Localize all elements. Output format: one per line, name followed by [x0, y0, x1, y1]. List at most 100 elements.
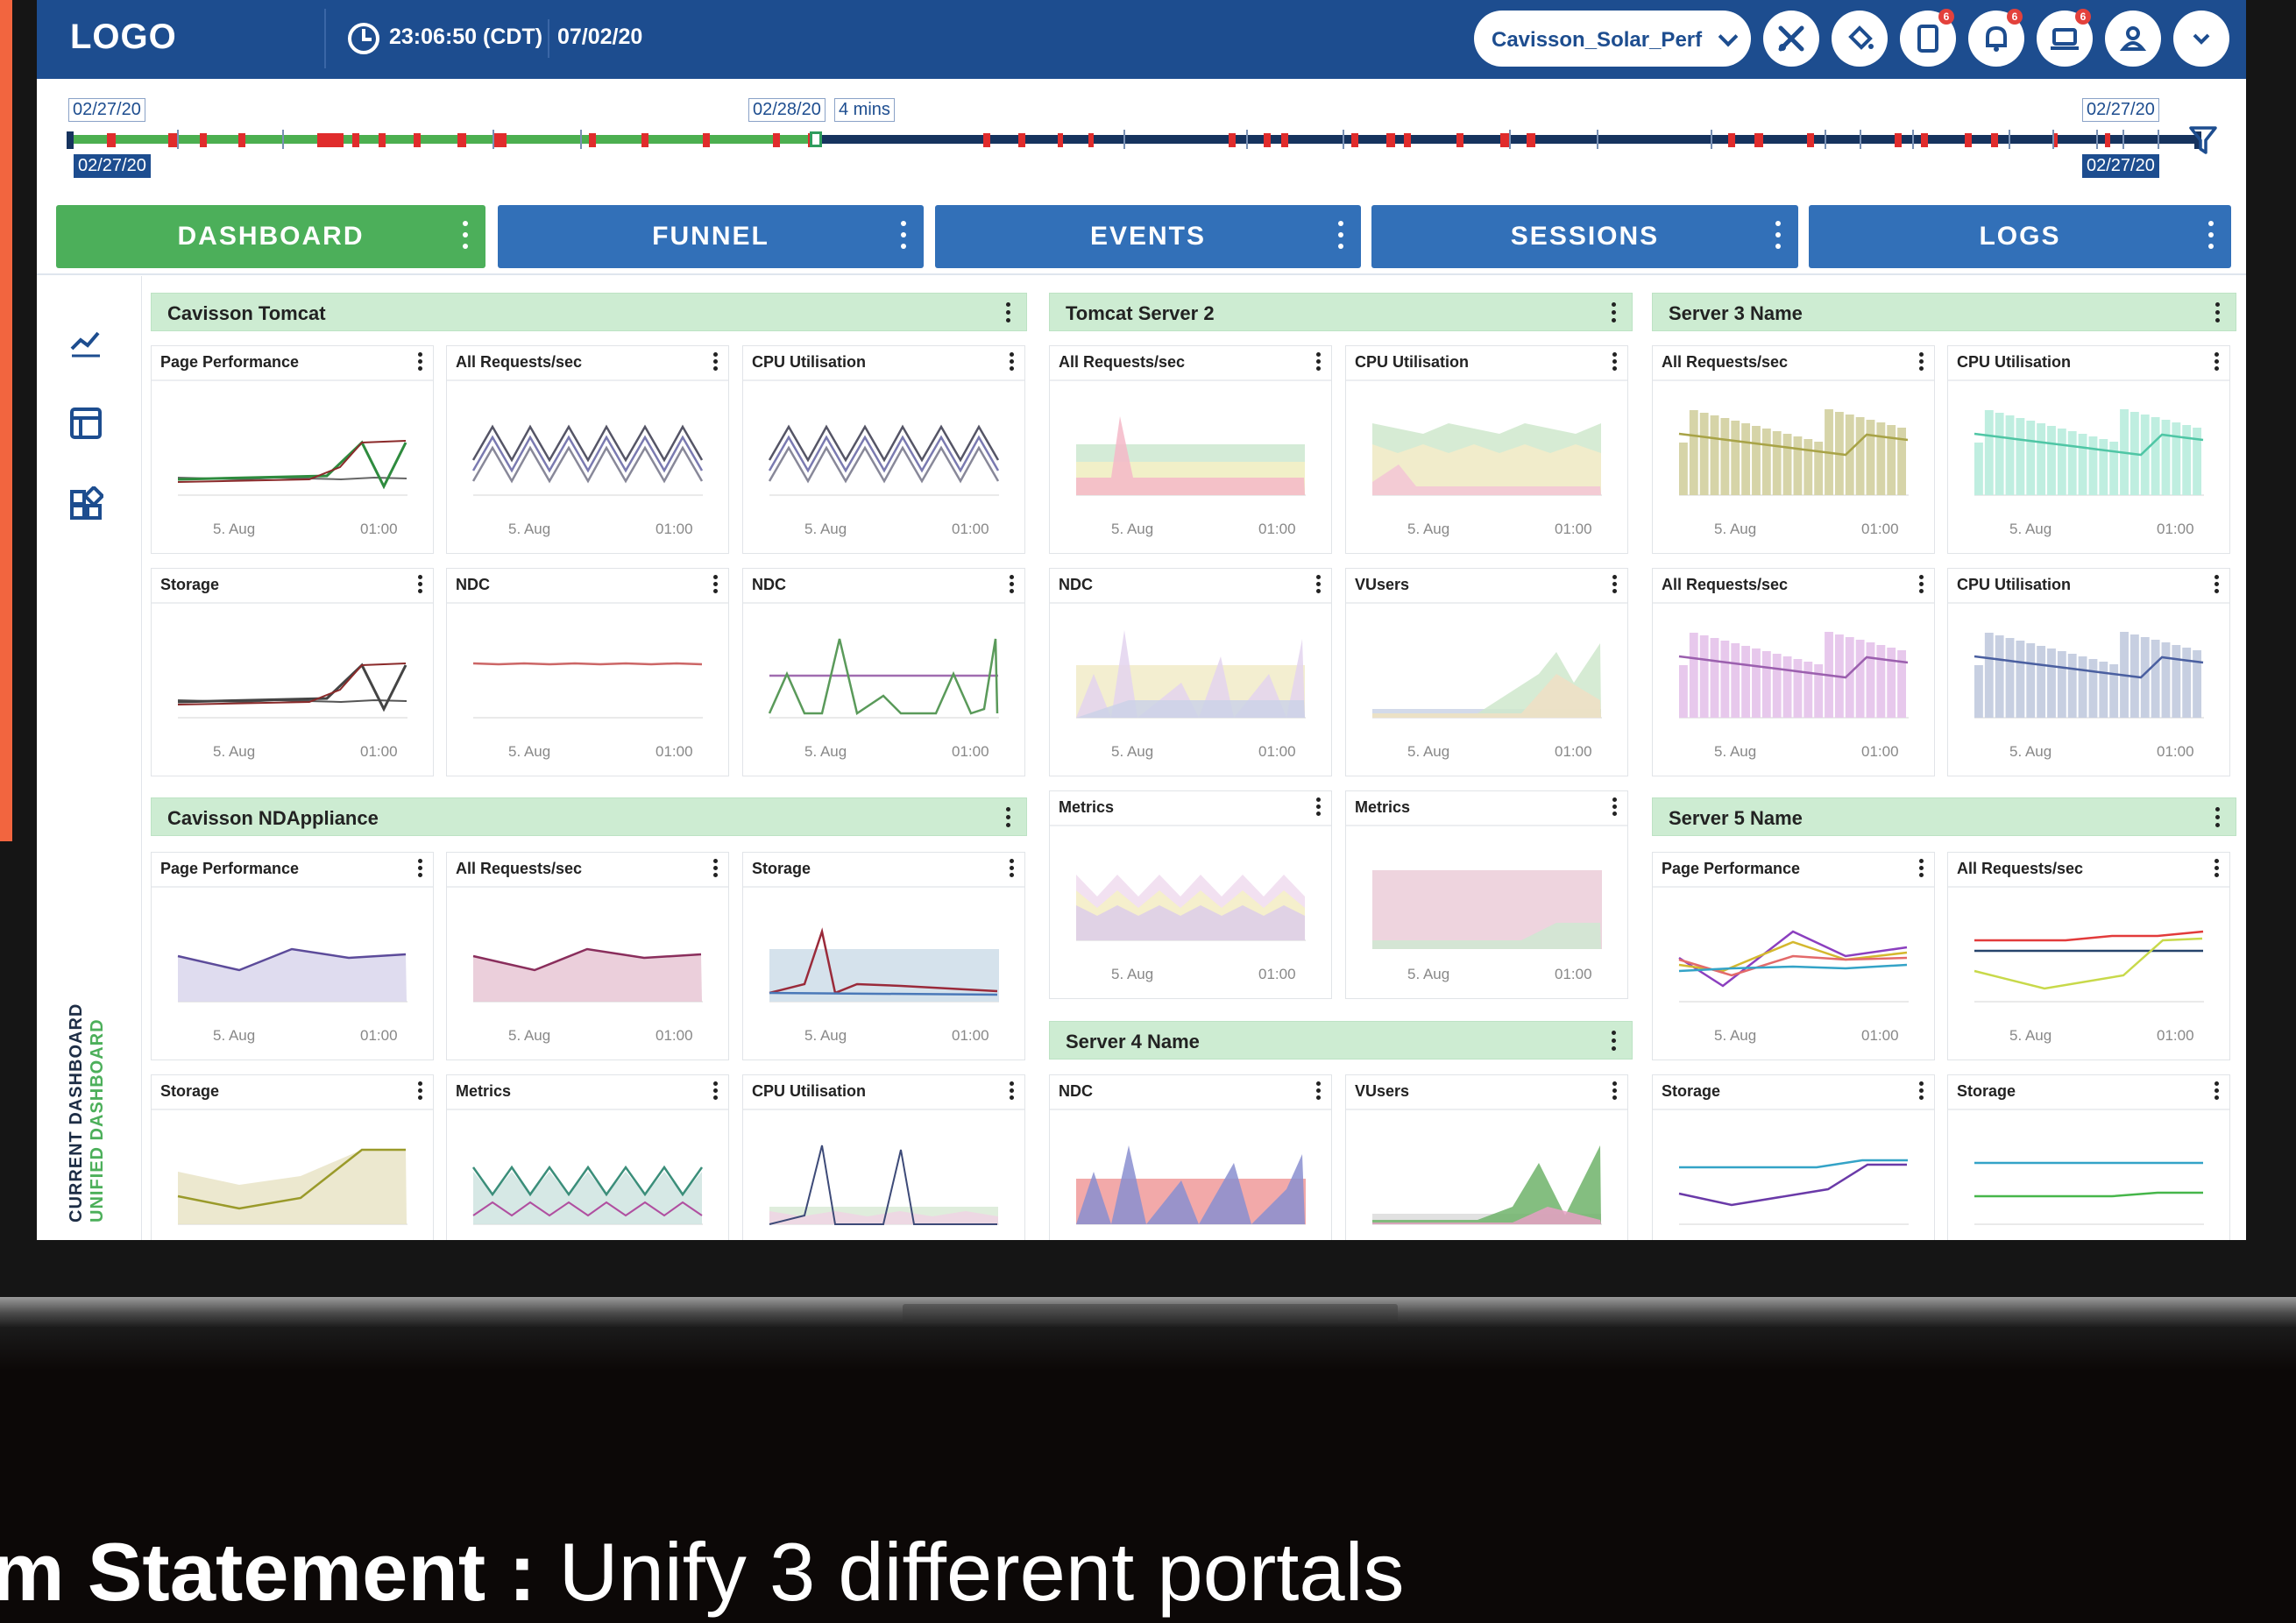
widget-menu-icon[interactable]: [418, 575, 422, 596]
timeline-event-marker[interactable]: [1351, 133, 1358, 147]
timeline-event-marker[interactable]: [493, 133, 507, 147]
chart-widget[interactable]: VUsers: [1345, 1074, 1628, 1240]
unified-dashboard-link[interactable]: UNIFIED DASHBOARD: [88, 1018, 108, 1223]
tab-menu-icon[interactable]: [1338, 221, 1343, 252]
timeline-event-marker[interactable]: [1281, 133, 1288, 147]
tab-menu-icon[interactable]: [2208, 221, 2214, 252]
chart-widget[interactable]: NDC 5. Aug 01:00: [446, 568, 729, 776]
widget-menu-icon[interactable]: [1316, 575, 1321, 596]
current-dashboard-link[interactable]: CURRENT DASHBOARD: [67, 1003, 87, 1223]
widget-menu-icon[interactable]: [1612, 797, 1617, 819]
group-header[interactable]: Cavisson Tomcat: [151, 293, 1027, 331]
widget-menu-icon[interactable]: [418, 1081, 422, 1102]
timeline-event-marker[interactable]: [200, 133, 207, 147]
chart-widget[interactable]: All Requests/sec 5. Aug 01:00: [1049, 345, 1332, 554]
chart-widget[interactable]: CPU Utilisation 5. Aug 01:00: [1947, 345, 2230, 554]
reports-button[interactable]: 6: [1900, 9, 1956, 67]
group-menu-icon[interactable]: [1006, 302, 1010, 326]
tab-dashboard[interactable]: DASHBOARD: [56, 205, 485, 268]
timeline-event-marker[interactable]: [1965, 133, 1972, 147]
project-selector[interactable]: Cavisson_Solar_Perf: [1474, 11, 1751, 67]
timeline-event-marker[interactable]: [238, 133, 245, 147]
widget-menu-icon[interactable]: [418, 859, 422, 880]
timeline-event-marker[interactable]: [1895, 133, 1902, 147]
group-menu-icon[interactable]: [1612, 1031, 1616, 1054]
chart-widget[interactable]: Page Performance 5. Aug 01:00: [1652, 852, 1935, 1060]
theme-button[interactable]: [1832, 11, 1888, 67]
timeline-event-marker[interactable]: [379, 133, 386, 147]
chart-widget[interactable]: All Requests/sec 5. Aug 01:00: [446, 852, 729, 1060]
widget-menu-icon[interactable]: [2215, 859, 2219, 880]
widget-menu-icon[interactable]: [713, 352, 718, 373]
timeline-event-marker[interactable]: [457, 133, 466, 147]
timeline-event-marker[interactable]: [1456, 133, 1463, 147]
group-header[interactable]: Cavisson NDAppliance: [151, 797, 1027, 836]
widget-menu-icon[interactable]: [1010, 1081, 1014, 1102]
timeline-event-marker[interactable]: [352, 133, 359, 147]
widget-menu-icon[interactable]: [1919, 352, 1924, 373]
timeline-event-marker[interactable]: [317, 133, 344, 147]
timeline-event-marker[interactable]: [983, 133, 990, 147]
app-logo[interactable]: LOGO: [70, 18, 177, 57]
widget-menu-icon[interactable]: [713, 575, 718, 596]
tools-button[interactable]: [1763, 11, 1819, 67]
chart-widget[interactable]: Page Performance 5. Aug 01:00: [151, 852, 434, 1060]
widget-menu-icon[interactable]: [1010, 352, 1014, 373]
timeline-event-marker[interactable]: [1229, 133, 1236, 147]
timeline-cursor-handle[interactable]: [810, 131, 822, 147]
chart-widget[interactable]: CPU Utilisation 5. Aug 01:00: [742, 345, 1025, 554]
widget-menu-icon[interactable]: [1612, 575, 1617, 596]
tab-events[interactable]: EVENTS: [935, 205, 1361, 268]
chart-widget[interactable]: Storage: [1947, 1074, 2230, 1240]
timeline-event-marker[interactable]: [1754, 133, 1763, 147]
group-menu-icon[interactable]: [2215, 807, 2220, 831]
user-profile-button[interactable]: [2105, 11, 2161, 67]
tab-menu-icon[interactable]: [901, 221, 906, 252]
timeline-event-marker[interactable]: [589, 133, 596, 147]
widget-menu-icon[interactable]: [1919, 575, 1924, 596]
chart-widget[interactable]: All Requests/sec 5. Aug 01:00: [1652, 568, 1935, 776]
chart-widget[interactable]: Page Performance 5. Aug 01:00: [151, 345, 434, 554]
timeline-event-marker[interactable]: [2105, 133, 2110, 147]
tab-sessions[interactable]: SESSIONS: [1371, 205, 1798, 268]
tab-funnel[interactable]: FUNNEL: [498, 205, 924, 268]
timeline-event-marker[interactable]: [1404, 133, 1411, 147]
widgets-icon[interactable]: [68, 486, 103, 521]
timeline-event-marker[interactable]: [1728, 133, 1735, 147]
chart-widget[interactable]: NDC 5. Aug 01:00: [742, 568, 1025, 776]
chart-widget[interactable]: Storage: [1652, 1074, 1935, 1240]
chart-widget[interactable]: CPU Utilisation: [742, 1074, 1025, 1240]
tab-logs[interactable]: LOGS: [1809, 205, 2231, 268]
group-header[interactable]: Server 3 Name: [1652, 293, 2236, 331]
tab-menu-icon[interactable]: [1775, 221, 1781, 252]
monitors-button[interactable]: 6: [2037, 9, 2093, 67]
widget-menu-icon[interactable]: [418, 352, 422, 373]
timeline-event-marker[interactable]: [1500, 133, 1509, 147]
more-menu-button[interactable]: [2173, 11, 2229, 67]
widget-menu-icon[interactable]: [1316, 1081, 1321, 1102]
chart-widget[interactable]: VUsers 5. Aug 01:00: [1345, 568, 1628, 776]
group-header[interactable]: Server 4 Name: [1049, 1021, 1633, 1060]
group-header[interactable]: Tomcat Server 2: [1049, 293, 1633, 331]
filter-icon[interactable]: [2188, 124, 2218, 156]
widget-menu-icon[interactable]: [713, 1081, 718, 1102]
widget-menu-icon[interactable]: [2215, 352, 2219, 373]
timeline-event-marker[interactable]: [1058, 133, 1063, 147]
widget-menu-icon[interactable]: [1612, 352, 1617, 373]
group-menu-icon[interactable]: [2215, 302, 2220, 326]
timeline-event-marker[interactable]: [1527, 133, 1535, 147]
group-menu-icon[interactable]: [1612, 302, 1616, 326]
timeline-event-marker[interactable]: [773, 133, 780, 147]
chart-widget[interactable]: Metrics 5. Aug 01:00: [1345, 790, 1628, 999]
timeline-start-handle[interactable]: [67, 131, 74, 149]
timeline-event-marker[interactable]: [1807, 133, 1814, 147]
widget-menu-icon[interactable]: [1919, 1081, 1924, 1102]
chart-widget[interactable]: Metrics 5. Aug 01:00: [1049, 790, 1332, 999]
widget-menu-icon[interactable]: [1919, 859, 1924, 880]
timeline-event-marker[interactable]: [641, 133, 648, 147]
tab-menu-icon[interactable]: [463, 221, 468, 252]
chart-widget[interactable]: All Requests/sec 5. Aug 01:00: [1947, 852, 2230, 1060]
trend-chart-icon[interactable]: [68, 324, 103, 359]
timeline-event-marker[interactable]: [414, 133, 421, 147]
chart-widget[interactable]: Storage 5. Aug 01:00: [151, 568, 434, 776]
